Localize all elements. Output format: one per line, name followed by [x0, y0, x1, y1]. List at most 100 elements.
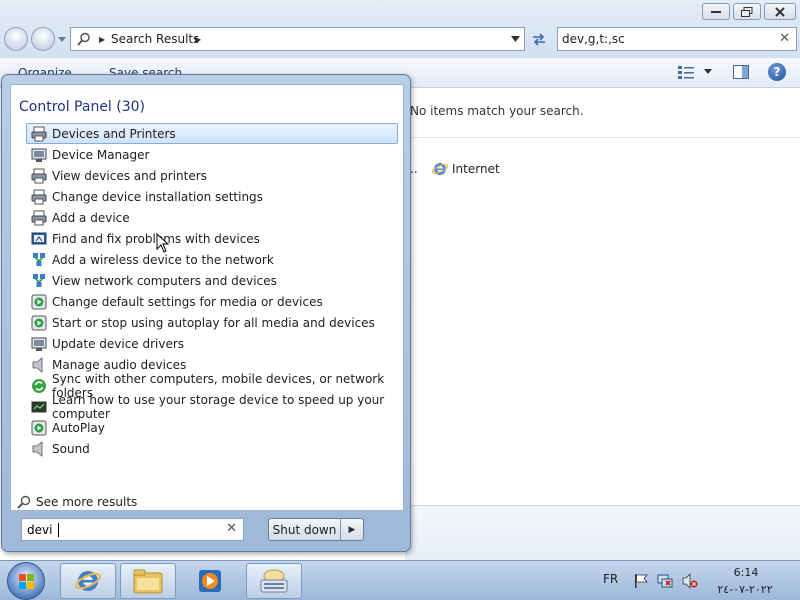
divider: [405, 137, 800, 138]
printer-icon: [31, 210, 47, 225]
mouse-cursor-icon: [156, 233, 170, 253]
clock-date[interactable]: ٢٠٢٢-٠٧-٢٤: [714, 583, 776, 596]
control-panel-result-item[interactable]: Devices and Printers: [26, 123, 398, 144]
result-label: Add a device: [52, 210, 130, 225]
control-panel-result-item[interactable]: View network computers and devices: [26, 270, 398, 291]
close-button[interactable]: [764, 3, 796, 20]
keyboard-icon: [260, 569, 288, 593]
search-results-icon: [77, 32, 90, 46]
back-button[interactable]: [4, 27, 28, 51]
close-icon: [775, 6, 785, 17]
control-panel-result-item[interactable]: Change device installation settings: [26, 186, 398, 207]
clear-search-icon[interactable]: ✕: [779, 31, 790, 46]
control-panel-results-list: Devices and Printers Device Manager View d…: [26, 123, 398, 459]
details-pane: [405, 505, 800, 560]
shutdown-button[interactable]: Shut down: [269, 519, 341, 540]
text-caret: [58, 523, 59, 537]
address-bar[interactable]: ▶ Search Results ▶: [70, 27, 525, 51]
search-box[interactable]: ✕: [557, 27, 797, 51]
control-panel-result-item[interactable]: Learn how to use your storage device to …: [26, 393, 398, 421]
printer-icon: [31, 189, 47, 204]
refresh-icon: [533, 33, 545, 46]
control-panel-result-item[interactable]: Update device drivers: [26, 333, 398, 354]
windows-logo-icon: [19, 574, 34, 589]
search-icon: [17, 495, 31, 509]
breadcrumb-arrow-icon[interactable]: ▶: [195, 35, 201, 44]
start-button[interactable]: [7, 562, 45, 600]
network-icon: [33, 252, 45, 266]
shutdown-options-arrow-icon[interactable]: ▶: [341, 519, 363, 540]
help-icon[interactable]: ?: [768, 63, 786, 81]
views-icon[interactable]: [678, 65, 694, 79]
speaker-icon: [32, 356, 43, 373]
control-panel-result-item[interactable]: Add a wireless device to the network: [26, 249, 398, 270]
media-player-icon: [199, 570, 221, 592]
internet-label: Internet: [452, 162, 500, 176]
minimize-icon: [711, 10, 721, 13]
address-dropdown-icon[interactable]: [511, 36, 520, 42]
start-menu: Control Panel (30) Devices and Printers D…: [1, 74, 411, 552]
restore-button[interactable]: [733, 3, 761, 20]
result-label: Sound: [52, 441, 90, 456]
views-dropdown-icon[interactable]: [704, 69, 712, 74]
internet-explorer-icon: [432, 163, 448, 175]
breadcrumb-arrow-icon[interactable]: ▶: [99, 35, 105, 44]
no-items-message: No items match your search.: [410, 104, 584, 118]
see-more-results-link[interactable]: See more results: [17, 495, 137, 509]
shutdown-button-group: Shut down ▶: [268, 518, 364, 541]
start-search-input[interactable]: [27, 522, 217, 538]
sync-icon: [32, 378, 46, 393]
start-search-box[interactable]: ✕: [21, 518, 244, 541]
taskbar-internet-explorer[interactable]: [60, 563, 116, 599]
clock-time[interactable]: 6:14: [722, 566, 770, 579]
taskbar-media-player[interactable]: [182, 563, 238, 599]
result-label: AutoPlay: [52, 420, 105, 435]
result-label: Change device installation settings: [52, 189, 263, 204]
volume-muted-icon[interactable]: [682, 573, 698, 589]
clear-search-icon[interactable]: ✕: [226, 521, 237, 536]
control-panel-result-item[interactable]: Add a device: [26, 207, 398, 228]
control-panel-result-item[interactable]: View devices and printers: [26, 165, 398, 186]
result-label: View network computers and devices: [52, 273, 277, 288]
language-indicator[interactable]: FR: [603, 572, 618, 586]
forward-button[interactable]: [31, 27, 55, 51]
breadcrumb-search-results[interactable]: Search Results: [111, 32, 199, 46]
title-bar: [0, 0, 800, 24]
result-label: Manage audio devices: [52, 357, 187, 372]
network-icon[interactable]: [657, 573, 673, 589]
control-panel-result-item[interactable]: Device Manager: [26, 144, 398, 165]
autoplay-icon: [31, 294, 47, 309]
result-label: Update device drivers: [52, 336, 185, 351]
speaker-icon: [32, 440, 43, 457]
search-again-internet[interactable]: Internet: [432, 161, 500, 177]
minimize-button[interactable]: [702, 3, 730, 20]
start-search-results: Control Panel (30) Devices and Printers D…: [10, 84, 404, 511]
printer-icon: [31, 168, 47, 183]
taskbar-windows-explorer[interactable]: [120, 563, 176, 599]
control-panel-result-item[interactable]: Start or stop using autoplay for all med…: [26, 312, 398, 333]
action-center-flag-icon[interactable]: [633, 573, 649, 589]
internet-explorer-icon: [75, 571, 101, 591]
autoplay-icon: [31, 420, 47, 435]
folder-icon: [133, 569, 163, 594]
device-manager-icon: [31, 337, 47, 351]
result-label: Device Manager: [52, 147, 150, 162]
control-panel-result-item[interactable]: Sound: [26, 438, 398, 459]
device-manager-icon: [31, 148, 47, 162]
control-panel-result-item[interactable]: Change default settings for media or dev…: [26, 291, 398, 312]
see-more-label: See more results: [36, 495, 138, 509]
result-label: Add a wireless device to the network: [52, 252, 274, 267]
restore-icon: [741, 6, 753, 17]
refresh-button[interactable]: [528, 29, 550, 49]
search-input[interactable]: [562, 31, 772, 47]
truncated-link[interactable]: ..: [410, 162, 418, 176]
address-row: ▶ Search Results ▶ ✕: [0, 24, 800, 58]
result-label: Learn how to use your storage device to …: [52, 392, 385, 421]
control-panel-group-header[interactable]: Control Panel (30): [19, 99, 145, 115]
result-label: View devices and printers: [52, 168, 207, 183]
result-label: Start or stop using autoplay for all med…: [52, 315, 375, 330]
recent-pages-dropdown-icon[interactable]: [58, 34, 66, 44]
taskbar-on-screen-keyboard[interactable]: [246, 563, 302, 599]
preview-pane-icon[interactable]: [733, 65, 749, 79]
control-panel-result-item[interactable]: Find and fix problems with devices: [26, 228, 398, 249]
